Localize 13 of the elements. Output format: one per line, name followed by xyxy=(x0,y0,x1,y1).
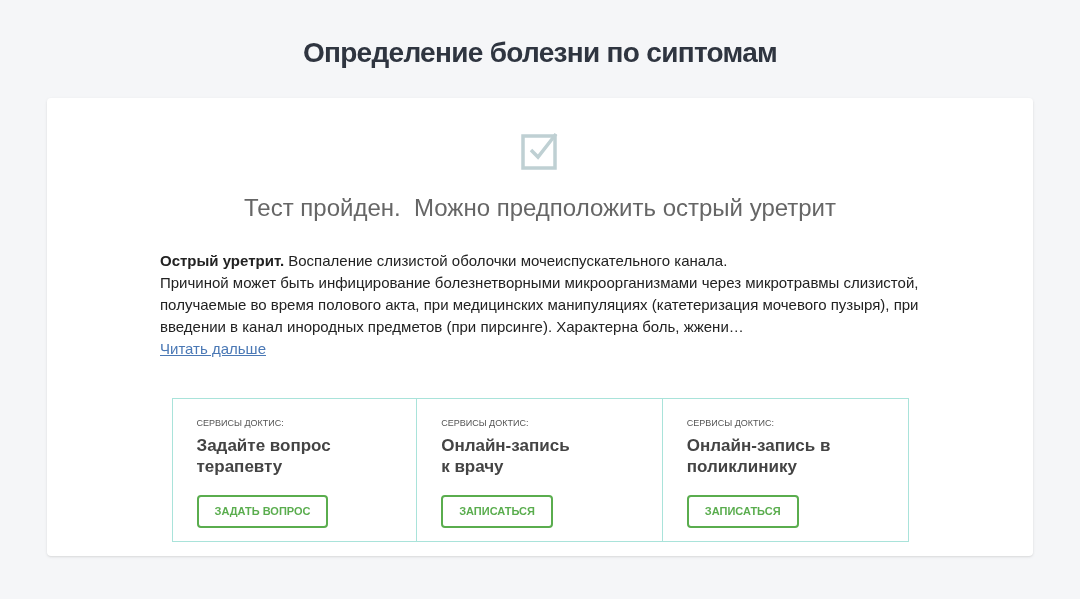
service-title: Онлайн-запись в поликлинику xyxy=(686,434,831,477)
service-label: СЕРВИСЫ ДОКТИС: xyxy=(686,417,775,430)
service-button[interactable]: ЗАПИСАТЬСЯ xyxy=(686,494,799,528)
service-label: СЕРВИСЫ ДОКТИС: xyxy=(196,417,284,430)
description-text: Острый уретрит. Воспаление слизистой оболочки мочеиспускательного канала. Причиной может быть инфицирование болезнетворными микроорганизмами через микротравмы слизистой, получаемые во время полового акта, при медицинских манипуляциях (катетеризация мочевого пузыря), при введении в канал инородных предметов (при пирсинге). Характерна боль, жжени… Читать дальше xyxy=(160,251,920,359)
result-title: Тест пройден. Можно предположить острый уретрит xyxy=(244,193,836,223)
read-more-link[interactable]: Читать дальше xyxy=(160,340,266,357)
service-button[interactable]: ЗАДАТЬ ВОПРОС xyxy=(196,494,329,528)
service-label: СЕРВИСЫ ДОКТИС: xyxy=(441,417,529,430)
service-title: Задайте вопрос терапевту xyxy=(196,434,331,477)
service-button[interactable]: ЗАПИСАТЬСЯ xyxy=(441,494,553,528)
page-title: Определение болезни по сиптомам xyxy=(302,36,778,70)
service-title: Онлайн-запись к врачу xyxy=(441,434,570,477)
